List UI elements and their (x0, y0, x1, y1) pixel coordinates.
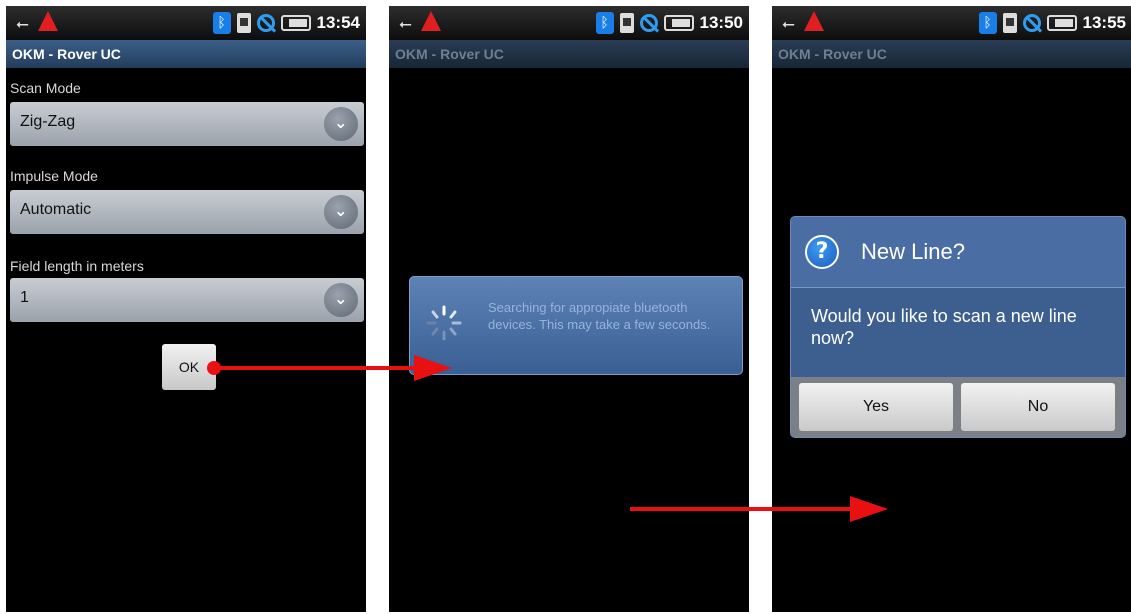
progress-dialog: Searching for appropiate bluetooth devic… (409, 276, 743, 375)
arrow-icon (214, 366, 414, 370)
field-length-select[interactable]: 1 ⌄ (10, 278, 364, 322)
usb-icon: ⭠ (782, 14, 795, 33)
scan-mode-value: Zig-Zag (20, 113, 76, 130)
arrow-icon (630, 507, 850, 511)
field-length-label: Field length in meters (10, 258, 144, 274)
impulse-mode-value: Automatic (20, 201, 92, 218)
warning-icon (804, 11, 824, 31)
progress-message: Searching for appropiate bluetooth devic… (488, 300, 711, 332)
app-title: OKM - Rover UC (389, 40, 749, 68)
usb-icon: ⭠ (399, 14, 412, 33)
no-signal-icon (1022, 14, 1041, 32)
field-length-value: 1 (20, 289, 29, 306)
status-bar: ⭠ ᛒ 13:50 (389, 6, 749, 40)
dropdown-chevron-icon[interactable]: ⌄ (324, 283, 358, 317)
dialog-button-bar: Yes No (791, 377, 1125, 437)
battery-icon (1046, 15, 1077, 31)
usb-icon: ⭠ (16, 14, 29, 33)
warning-icon (421, 11, 441, 31)
screen-searching: ⭠ ᛒ 13:50 OKM - Rover UC Searching for a… (389, 6, 749, 612)
arrow-head-icon (414, 355, 452, 381)
sd-card-icon (236, 13, 251, 33)
status-time: 13:55 (1082, 13, 1126, 32)
dropdown-chevron-icon[interactable]: ⌄ (324, 195, 358, 229)
dialog-message: Would you like to scan a new line now? (811, 306, 1077, 348)
arrow-head-icon (850, 496, 888, 522)
dialog-title: New Line? (861, 239, 965, 264)
battery-icon (663, 15, 694, 31)
dropdown-chevron-icon[interactable]: ⌄ (324, 107, 358, 141)
no-signal-icon (639, 14, 658, 32)
app-title: OKM - Rover UC (6, 40, 366, 68)
yes-button[interactable]: Yes (799, 383, 953, 431)
sd-card-icon (1002, 13, 1017, 33)
status-time: 13:50 (699, 13, 743, 32)
dialog-header: ? New Line? (791, 217, 1125, 288)
bluetooth-icon: ᛒ (595, 12, 614, 34)
status-time: 13:54 (316, 13, 360, 32)
status-bar: ⭠ ᛒ 13:54 (6, 6, 366, 40)
sd-card-icon (619, 13, 634, 33)
status-bar: ⭠ ᛒ 13:55 (772, 6, 1131, 40)
scan-mode-select[interactable]: Zig-Zag ⌄ (10, 102, 364, 146)
screen-new-line: ⭠ ᛒ 13:55 OKM - Rover UC ? New Line? Wou… (772, 6, 1131, 612)
loading-spinner-icon (426, 305, 462, 341)
bluetooth-icon: ᛒ (212, 12, 231, 34)
screen-settings: ⭠ ᛒ 13:54 OKM - Rover UC Scan Mode Zig-Z… (6, 6, 366, 612)
battery-icon (280, 15, 311, 31)
bluetooth-icon: ᛒ (978, 12, 997, 34)
scan-mode-label: Scan Mode (10, 80, 81, 96)
new-line-dialog: ? New Line? Would you like to scan a new… (790, 216, 1126, 438)
app-title: OKM - Rover UC (772, 40, 1131, 68)
impulse-mode-label: Impulse Mode (10, 168, 98, 184)
no-button[interactable]: No (961, 383, 1115, 431)
warning-icon (38, 11, 58, 31)
impulse-mode-select[interactable]: Automatic ⌄ (10, 190, 364, 234)
question-icon: ? (805, 235, 839, 269)
no-signal-icon (256, 14, 275, 32)
